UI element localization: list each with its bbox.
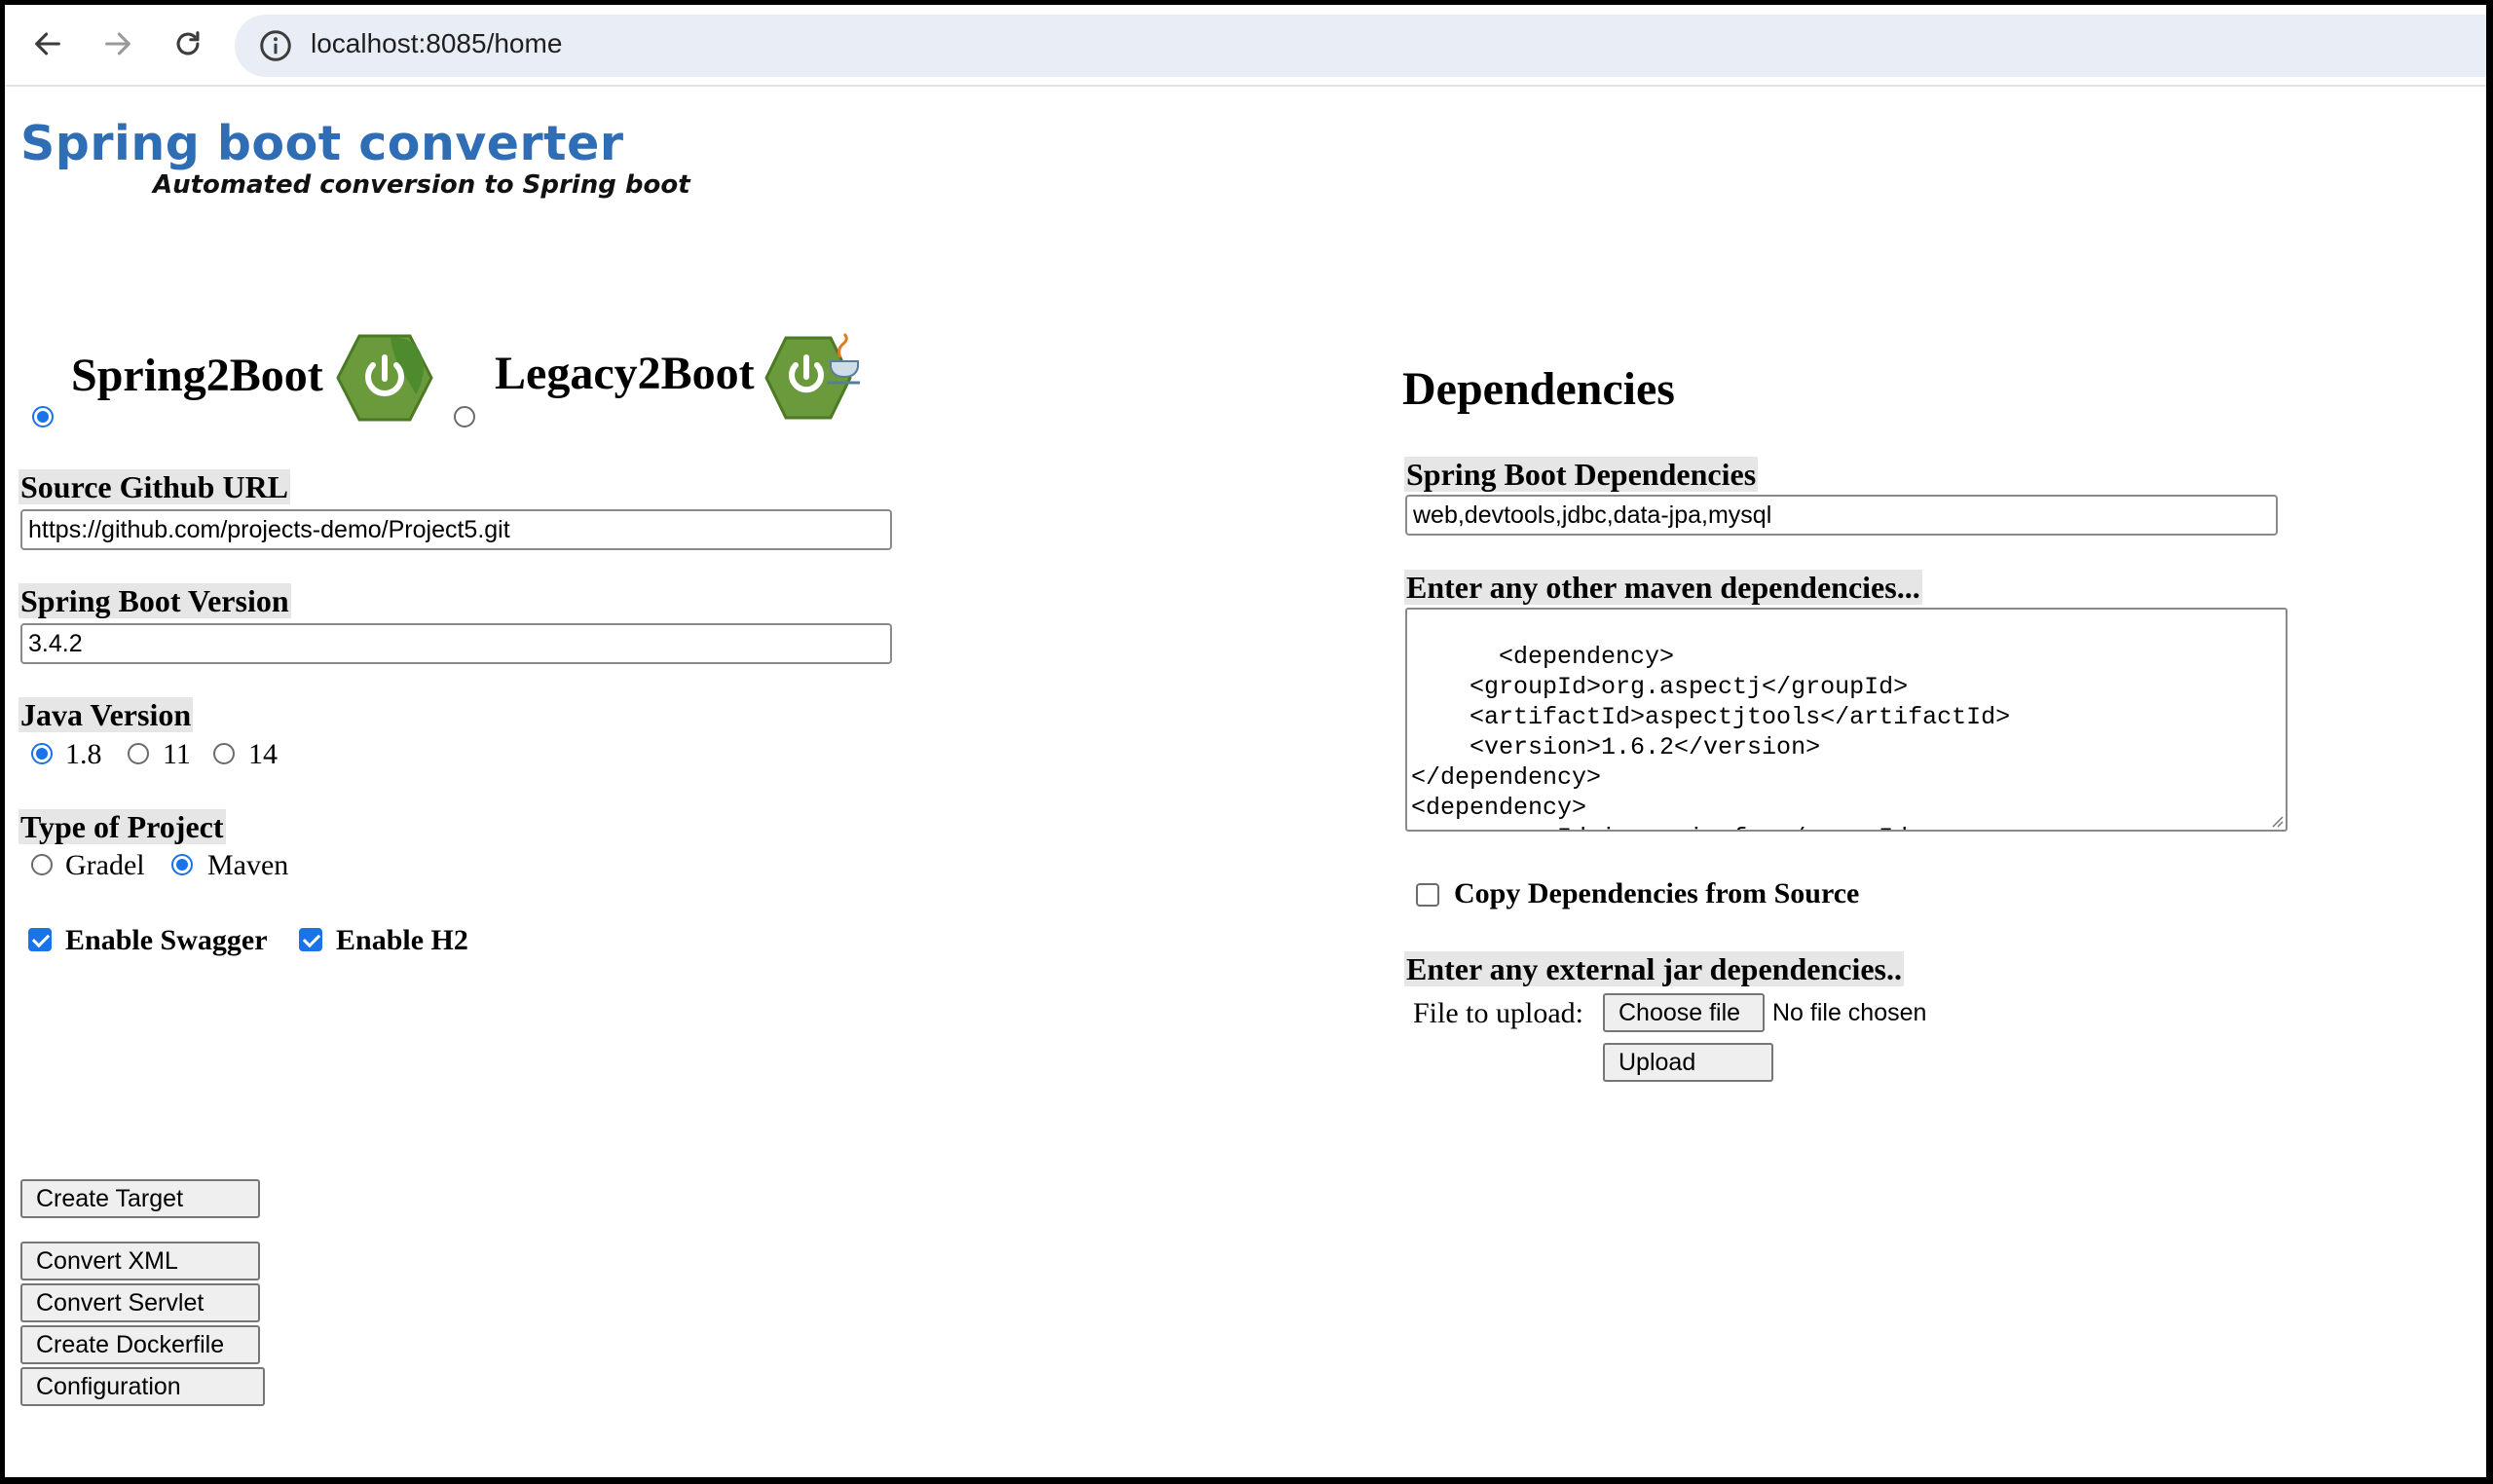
browser-window: localhost:8085/home Spring boot converte… <box>5 5 2486 1477</box>
address-bar[interactable]: localhost:8085/home <box>235 15 2486 77</box>
java-11-radio[interactable] <box>128 743 149 764</box>
back-button[interactable] <box>25 21 70 66</box>
legacy2boot-label: Legacy2Boot <box>495 348 755 399</box>
gradel-radio[interactable] <box>31 854 53 875</box>
enable-swagger-checkbox[interactable] <box>28 928 52 951</box>
copy-deps-label: Copy Dependencies from Source <box>1454 877 1860 909</box>
java-11-label: 11 <box>163 738 191 770</box>
enable-h2-checkbox[interactable] <box>299 928 322 951</box>
url-text[interactable]: localhost:8085/home <box>311 28 562 59</box>
spring2boot-radio[interactable] <box>32 406 54 427</box>
boot-version-input[interactable] <box>20 623 892 664</box>
arrow-right-icon <box>105 32 130 56</box>
boot-deps-label: Spring Boot Dependencies <box>1404 457 1759 492</box>
convert-servlet-button[interactable]: Convert Servlet <box>20 1283 260 1322</box>
dependencies-heading: Dependencies <box>1402 363 1675 415</box>
gradel-label: Gradel <box>65 849 145 881</box>
external-jars-label: Enter any external jar dependencies.. <box>1404 951 1904 986</box>
java-1-8-radio[interactable] <box>31 743 53 764</box>
project-type-label: Type of Project <box>19 809 226 844</box>
browser-toolbar: localhost:8085/home <box>5 5 2486 87</box>
spring2boot-label: Spring2Boot <box>71 350 323 401</box>
source-url-label: Source Github URL <box>19 469 291 504</box>
file-to-upload-label: File to upload: <box>1413 997 1583 1029</box>
forward-button[interactable] <box>95 21 140 66</box>
maven-radio[interactable] <box>171 854 193 875</box>
reload-icon <box>176 31 200 56</box>
no-file-chosen-text: No file chosen <box>1772 999 1927 1026</box>
enable-h2-label: Enable H2 <box>336 924 468 956</box>
spring-leaf-power-icon <box>336 334 433 422</box>
java-cup-power-icon <box>764 332 860 420</box>
maven-deps-label: Enter any other maven dependencies... <box>1404 570 1922 605</box>
java-version-label: Java Version <box>19 697 194 732</box>
enable-swagger-label: Enable Swagger <box>65 924 268 956</box>
java-1-8-label: 1.8 <box>65 738 102 770</box>
resize-grip-icon[interactable] <box>2270 814 2284 828</box>
copy-deps-checkbox[interactable] <box>1416 883 1439 907</box>
maven-label: Maven <box>207 849 289 881</box>
page-content: Spring boot converter Automated conversi… <box>5 87 2486 1477</box>
info-icon[interactable] <box>258 28 293 63</box>
reload-button[interactable] <box>166 21 210 66</box>
source-url-input[interactable] <box>20 509 892 550</box>
maven-deps-content: <dependency> <groupId>org.aspectj</group… <box>1411 643 2011 830</box>
create-dockerfile-button[interactable]: Create Dockerfile <box>20 1325 260 1364</box>
choose-file-button[interactable]: Choose file <box>1603 993 1765 1032</box>
legacy2boot-radio[interactable] <box>454 406 475 427</box>
logo-subtitle: Automated conversion to Spring boot <box>153 170 690 200</box>
boot-deps-input[interactable] <box>1405 495 2278 536</box>
boot-version-label: Spring Boot Version <box>19 583 291 618</box>
java-14-label: 14 <box>248 738 278 770</box>
configuration-button[interactable]: Configuration <box>20 1367 265 1406</box>
java-14-radio[interactable] <box>213 743 235 764</box>
arrow-left-icon <box>35 32 60 56</box>
create-target-button[interactable]: Create Target <box>20 1179 260 1218</box>
upload-button[interactable]: Upload <box>1603 1043 1773 1082</box>
logo-title: Spring boot converter <box>20 116 624 171</box>
convert-xml-button[interactable]: Convert XML <box>20 1242 260 1280</box>
maven-deps-textarea[interactable]: <dependency> <groupId>org.aspectj</group… <box>1405 608 2288 832</box>
